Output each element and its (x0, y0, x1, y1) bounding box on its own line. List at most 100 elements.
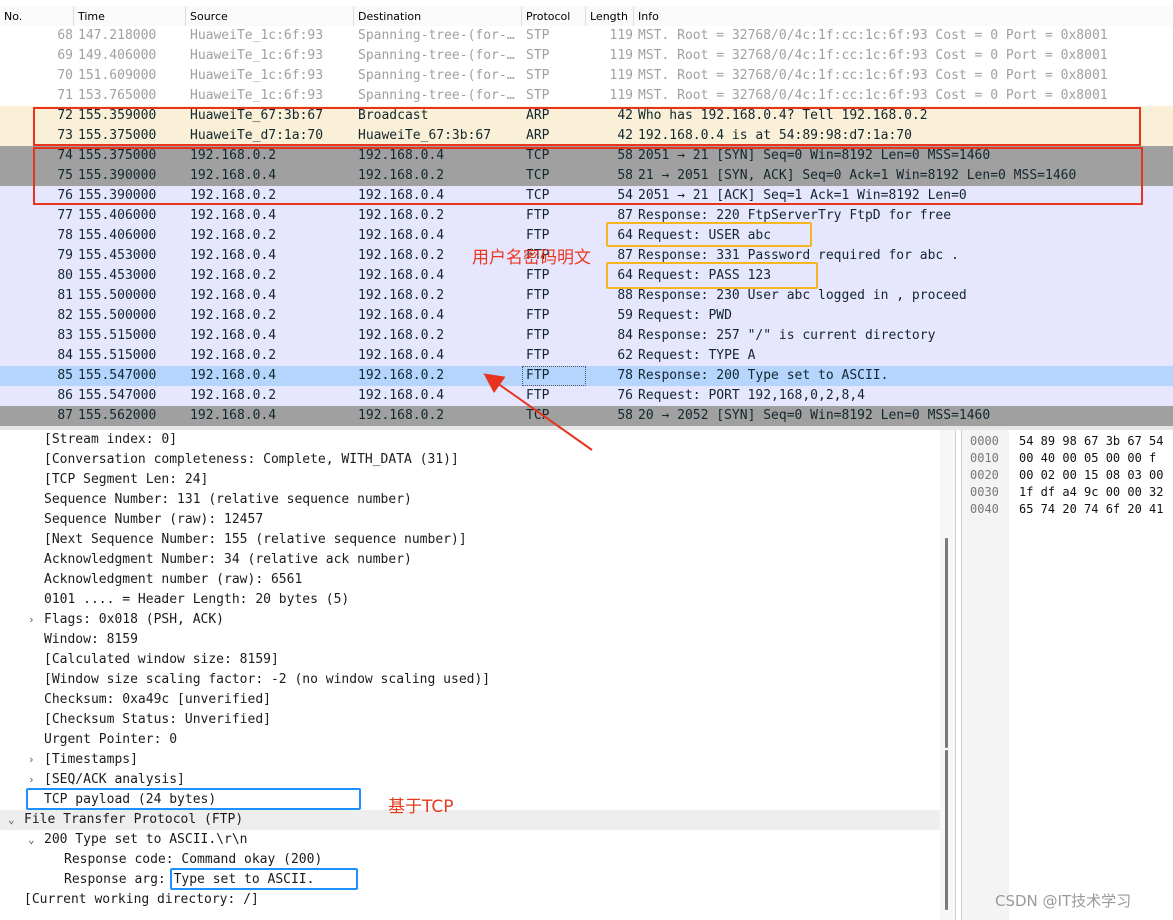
packet-time: 155.515000 (78, 348, 157, 363)
packet-destination: 192.168.0.2 (358, 208, 445, 223)
packet-row[interactable]: 85 155.547000 192.168.0.4 192.168.0.2 FTP 78 R… (0, 366, 1173, 386)
byte-hex[interactable]: 00 40 00 05 00 00 f (1019, 450, 1156, 467)
detail-line[interactable]: › [SEQ/ACK analysis] (0, 770, 940, 790)
packet-row[interactable]: 80 155.453000 192.168.0.2 192.168.0.4 FTP 64 R… (0, 266, 1173, 286)
expand-arrow-icon[interactable]: › (28, 610, 35, 630)
packet-destination: 192.168.0.2 (358, 368, 445, 383)
packet-info: MST. Root = 32768/0/4c:1f:cc:1c:6f:93 Co… (638, 68, 1108, 83)
packet-row[interactable]: 70 151.609000 HuaweiTe_1c:6f:93 Spanning-tr… (0, 66, 1173, 86)
detail-line[interactable]: Sequence Number (raw): 12457 (0, 510, 940, 530)
detail-text: Window: 8159 (44, 632, 138, 647)
packet-number: 78 (57, 228, 73, 243)
packet-protocol: FTP (526, 388, 550, 403)
detail-line[interactable]: [Window size scaling factor: -2 (no wind… (0, 670, 940, 690)
byte-offset: 0020 (970, 468, 999, 482)
packet-length: 59 (617, 308, 633, 323)
column-header-destination[interactable]: Destination (354, 6, 522, 26)
packet-row[interactable]: 86 155.547000 192.168.0.2 192.168.0.4 FTP 76 R… (0, 386, 1173, 406)
packet-protocol: FTP (526, 288, 550, 303)
detail-line[interactable]: [Calculated window size: 8159] (0, 650, 940, 670)
detail-line[interactable]: [Conversation completeness: Complete, WI… (0, 450, 940, 470)
packet-time: 155.547000 (78, 368, 157, 383)
column-header-info[interactable]: Info (634, 6, 1173, 26)
detail-line[interactable]: Response code: Command okay (200) (0, 850, 940, 870)
expand-arrow-icon[interactable]: › (28, 750, 35, 770)
packet-info: Response: 257 "/" is current directory (638, 328, 936, 343)
packet-time: 155.500000 (78, 308, 157, 323)
packet-protocol: STP (526, 88, 550, 103)
byte-hex[interactable]: 54 89 98 67 3b 67 54 (1019, 433, 1164, 450)
detail-line[interactable]: [Stream index: 0] (0, 430, 940, 450)
byte-offset: 0000 (970, 434, 999, 448)
detail-text: [Checksum Status: Unverified] (44, 712, 271, 727)
detail-text: Acknowledgment Number: 34 (relative ack … (44, 552, 412, 567)
detail-line[interactable]: 0101 .... = Header Length: 20 bytes (5) (0, 590, 940, 610)
arp-highlight-box (33, 107, 1141, 146)
detail-line[interactable]: [TCP Segment Len: 24] (0, 470, 940, 490)
packet-destination: 192.168.0.4 (358, 388, 445, 403)
packet-number: 79 (57, 248, 73, 263)
detail-line[interactable]: ⌄ 200 Type set to ASCII.\r\n (0, 830, 940, 850)
packet-row[interactable]: 69 149.406000 HuaweiTe_1c:6f:93 Spanning-tr… (0, 46, 1173, 66)
packet-protocol: TCP (526, 408, 550, 423)
detail-line[interactable]: ⌄ File Transfer Protocol (FTP) (0, 810, 940, 830)
packet-row[interactable]: 82 155.500000 192.168.0.2 192.168.0.4 FTP 59 R… (0, 306, 1173, 326)
column-header-time[interactable]: Time (74, 6, 186, 26)
packet-length: 76 (617, 388, 633, 403)
packet-protocol: FTP (526, 208, 550, 223)
detail-text: 200 Type set to ASCII.\r\n (44, 832, 248, 847)
tcp-payload-highlight-box (26, 788, 361, 810)
packet-list-header: No. Time Source Destination Protocol Len… (0, 6, 1173, 27)
expand-arrow-icon[interactable]: › (28, 770, 35, 790)
packet-time: 155.406000 (78, 208, 157, 223)
packet-source: 192.168.0.4 (190, 288, 277, 303)
packet-row[interactable]: 83 155.515000 192.168.0.4 192.168.0.2 FTP 84 R… (0, 326, 1173, 346)
packet-row[interactable]: 68 147.218000 HuaweiTe_1c:6f:93 Spanning-tr… (0, 26, 1173, 46)
details-scrollbar-thumb[interactable] (945, 538, 948, 748)
byte-hex[interactable]: 65 74 20 74 6f 20 41 (1019, 501, 1164, 518)
detail-text: Checksum: 0xa49c [unverified] (44, 692, 271, 707)
detail-text: Urgent Pointer: 0 (44, 732, 178, 747)
packet-destination: 192.168.0.2 (358, 328, 445, 343)
packet-row[interactable]: 71 153.765000 HuaweiTe_1c:6f:93 Spanning-tr… (0, 86, 1173, 106)
byte-hex[interactable]: 1f df a4 9c 00 00 32 (1019, 484, 1164, 501)
detail-line[interactable]: [Next Sequence Number: 155 (relative seq… (0, 530, 940, 550)
detail-line[interactable]: › [Timestamps] (0, 750, 940, 770)
detail-line[interactable]: › Flags: 0x018 (PSH, ACK) (0, 610, 940, 630)
detail-line[interactable]: Window: 8159 (0, 630, 940, 650)
collapse-arrow-icon[interactable]: ⌄ (8, 810, 15, 830)
column-header-length[interactable]: Length (586, 6, 634, 26)
detail-text: [Next Sequence Number: 155 (relative seq… (44, 532, 467, 547)
packet-number: 68 (57, 28, 73, 43)
packet-length: 78 (617, 368, 633, 383)
detail-line[interactable]: Response arg: Type set to ASCII. (0, 870, 940, 890)
packet-protocol: FTP (526, 268, 550, 283)
detail-line[interactable]: Checksum: 0xa49c [unverified] (0, 690, 940, 710)
packet-row[interactable]: 84 155.515000 192.168.0.2 192.168.0.4 FTP 62 R… (0, 346, 1173, 366)
detail-line[interactable]: Sequence Number: 131 (relative sequence … (0, 490, 940, 510)
packet-destination: 192.168.0.4 (358, 268, 445, 283)
detail-line[interactable]: [Checksum Status: Unverified] (0, 710, 940, 730)
column-header-protocol[interactable]: Protocol (522, 6, 586, 26)
column-header-source[interactable]: Source (186, 6, 354, 26)
detail-line[interactable]: Acknowledgment Number: 34 (relative ack … (0, 550, 940, 570)
packet-row[interactable]: 87 155.562000 192.168.0.4 192.168.0.2 TCP 58 2… (0, 406, 1173, 426)
details-scrollbar-thumb-lower[interactable] (945, 750, 948, 910)
packet-info: Response: 230 User abc logged in , proce… (638, 288, 967, 303)
packet-length: 84 (617, 328, 633, 343)
column-header-no[interactable]: No. (0, 6, 74, 26)
packet-row[interactable]: 81 155.500000 192.168.0.4 192.168.0.2 FTP 88 R… (0, 286, 1173, 306)
detail-text: File Transfer Protocol (FTP) (24, 812, 244, 827)
byte-hex[interactable]: 00 02 00 15 08 03 00 (1019, 467, 1164, 484)
detail-text: Sequence Number: 131 (relative sequence … (44, 492, 412, 507)
packet-info: Request: TYPE A (638, 348, 756, 363)
detail-line[interactable]: [Current working directory: /] (0, 890, 940, 910)
packet-source: HuaweiTe_1c:6f:93 (190, 68, 324, 83)
packet-row[interactable]: 77 155.406000 192.168.0.4 192.168.0.2 FTP 87 R… (0, 206, 1173, 226)
packet-destination: 192.168.0.2 (358, 288, 445, 303)
packet-source: HuaweiTe_1c:6f:93 (190, 88, 324, 103)
collapse-arrow-icon[interactable]: ⌄ (28, 830, 35, 850)
detail-line[interactable]: Urgent Pointer: 0 (0, 730, 940, 750)
packet-source: HuaweiTe_1c:6f:93 (190, 48, 324, 63)
detail-line[interactable]: Acknowledgment number (raw): 6561 (0, 570, 940, 590)
